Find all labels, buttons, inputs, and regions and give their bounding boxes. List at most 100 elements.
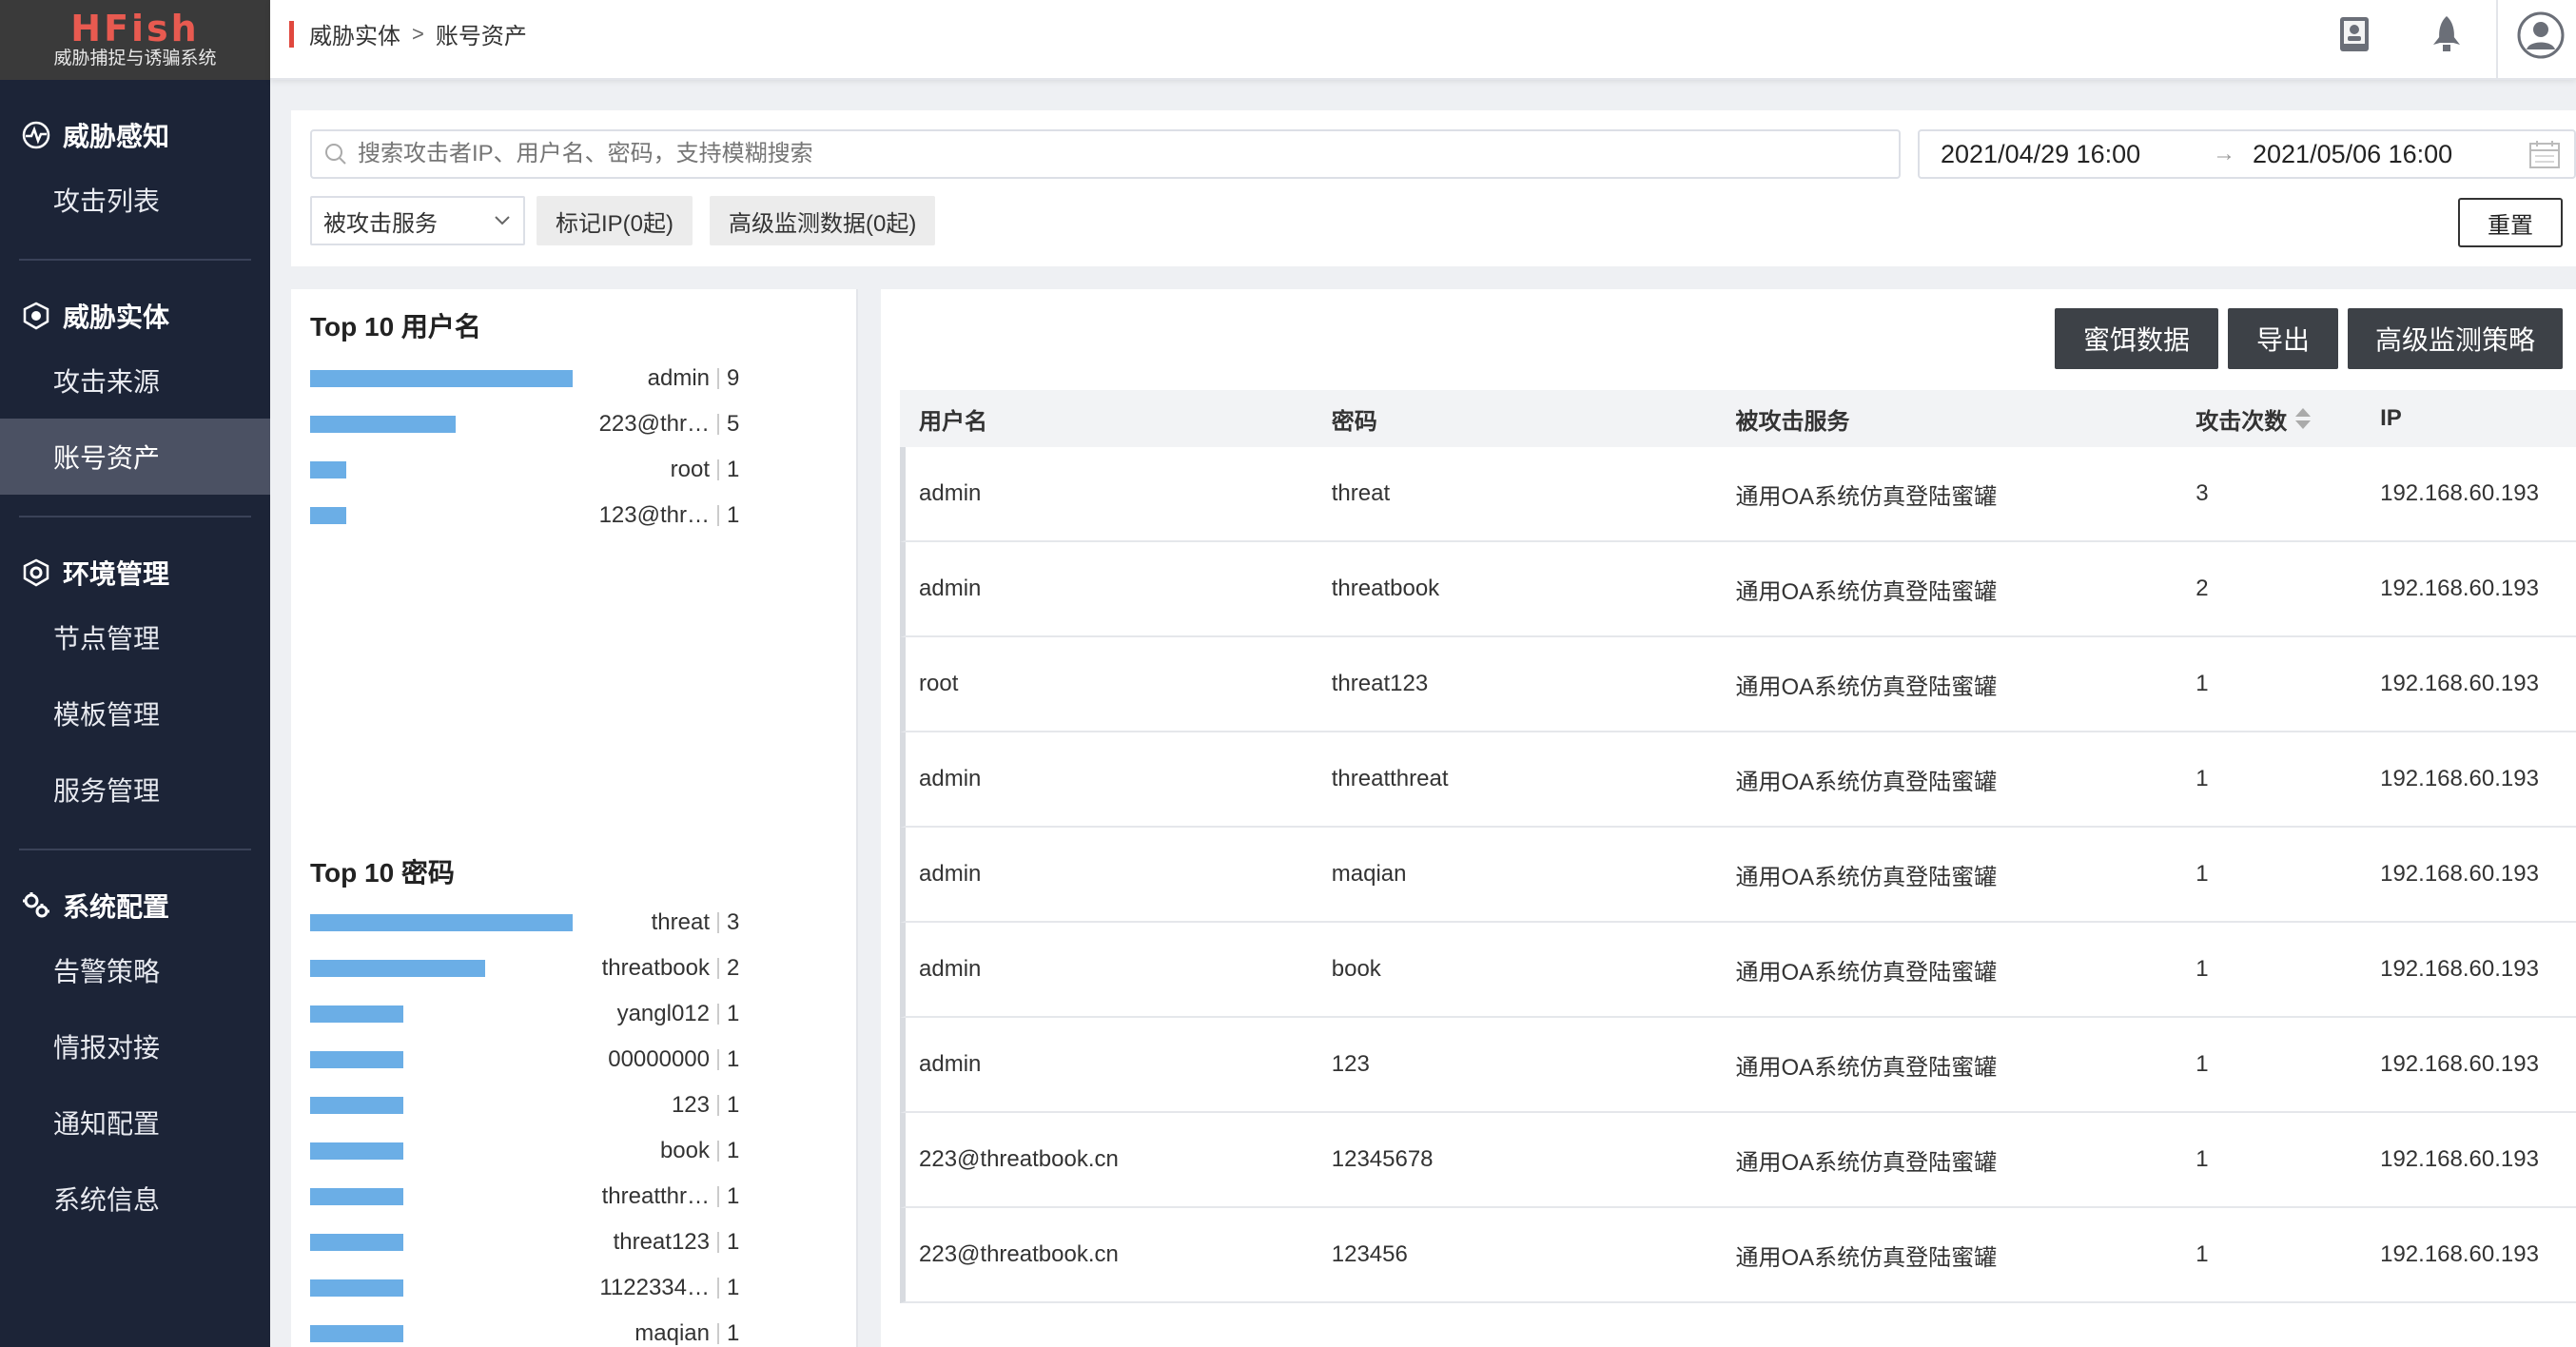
cell-attack-count: 2: [2195, 576, 2209, 601]
stat-count: 1: [727, 1046, 740, 1072]
sidebar-item[interactable]: 情报对接: [0, 1008, 270, 1084]
stat-bar: [310, 507, 346, 524]
cell-username: root: [919, 671, 959, 696]
nav-section-heading-label: 系统配置: [63, 892, 170, 922]
date-end[interactable]: 2021/05/06 16:00: [2253, 140, 2528, 169]
cell-username: admin: [919, 861, 982, 887]
table-row[interactable]: admin threatthreat 通用OA系统仿真登陆蜜罐 1 192.168.60…: [900, 732, 2576, 828]
stat-count: 1: [727, 1092, 740, 1118]
table-row[interactable]: admin threat 通用OA系统仿真登陆蜜罐 3 192.168.60.193: [900, 447, 2576, 542]
stat-label: 1122334…: [599, 1275, 710, 1300]
table-row[interactable]: 223@threatbook.cn 123456 通用OA系统仿真登陆蜜罐 1 192.…: [900, 1208, 2576, 1303]
stat-label: 123@thr…: [598, 502, 710, 528]
sidebar-item[interactable]: 攻击来源: [0, 342, 270, 419]
cell-service: 通用OA系统仿真登陆蜜罐: [1735, 1244, 1998, 1271]
table-row[interactable]: admin maqian 通用OA系统仿真登陆蜜罐 1 192.168.60.193: [900, 828, 2576, 923]
logo-subtitle: 威胁捕捉与诱骗系统: [53, 49, 217, 68]
stat-count: 1: [727, 1229, 740, 1255]
stat-bar: [310, 1097, 403, 1114]
breadcrumb-item-parent[interactable]: 威胁实体: [309, 17, 400, 50]
top-passwords-title: Top 10 密码: [310, 858, 455, 888]
attacked-service-select-value: 被攻击服务: [323, 210, 438, 237]
hex-gear-icon: [23, 558, 49, 587]
radar-icon: [22, 121, 50, 149]
cell-username: admin: [919, 1051, 982, 1077]
stat-count: 3: [727, 909, 740, 935]
nav-section-heading: 系统配置: [21, 879, 251, 932]
table-body: admin threat 通用OA系统仿真登陆蜜罐 3 192.168.60.193 ad…: [900, 447, 2576, 1303]
stat-row: threat123 1: [310, 1220, 843, 1265]
stat-label: maqian: [634, 1320, 710, 1346]
advanced-monitor-data-button[interactable]: 高级监测数据(0起): [710, 196, 936, 245]
table-row[interactable]: root threat123 通用OA系统仿真登陆蜜罐 1 192.168.60.193: [900, 637, 2576, 732]
cell-ip: 192.168.60.193: [2380, 956, 2539, 982]
column-header-attack-count-label: 攻击次数: [2195, 408, 2288, 435]
stat-bar: [310, 1188, 403, 1205]
stat-separator: [717, 459, 719, 480]
stat-separator: [717, 912, 719, 933]
column-header-password: 密码: [1331, 408, 1377, 435]
stat-count: 1: [727, 1183, 740, 1209]
cell-ip: 192.168.60.193: [2380, 766, 2539, 791]
sidebar: HFish 威胁捕捉与诱骗系统 威胁感知 攻击列表 威胁实体 攻击来源 账号资产 环境管理…: [0, 0, 270, 1347]
gears-icon: [23, 892, 49, 918]
table-row[interactable]: admin book 通用OA系统仿真登陆蜜罐 1 192.168.60.193: [900, 923, 2576, 1018]
filter-row: 被攻击服务 标记IP(0起) 高级监测数据(0起): [310, 196, 952, 245]
table-row[interactable]: admin 123 通用OA系统仿真登陆蜜罐 1 192.168.60.193: [900, 1018, 2576, 1113]
sidebar-nav: 威胁感知 攻击列表 威胁实体 攻击来源 账号资产 环境管理 节点管理 模板管理 服务管理 系统配置…: [0, 80, 270, 1258]
date-range-picker[interactable]: 2021/04/29 16:00 → 2021/05/06 16:00: [1918, 129, 2576, 179]
stat-count: 1: [727, 1138, 740, 1163]
sidebar-item[interactable]: 节点管理: [0, 599, 270, 675]
stat-count: 1: [727, 502, 740, 528]
nav-section-heading: 环境管理: [21, 546, 251, 599]
tagged-ip-button[interactable]: 标记IP(0起): [537, 196, 693, 245]
table-row[interactable]: admin threatbook 通用OA系统仿真登陆蜜罐 2 192.168.60.1…: [900, 542, 2576, 637]
cell-service: 通用OA系统仿真登陆蜜罐: [1735, 864, 1998, 890]
shield-icon: [23, 302, 49, 330]
table-row[interactable]: 223@threatbook.cn 12345678 通用OA系统仿真登陆蜜罐 1 19…: [900, 1113, 2576, 1208]
reset-button[interactable]: 重置: [2458, 198, 2563, 247]
stat-bar: [310, 1142, 403, 1160]
attacked-service-select[interactable]: 被攻击服务: [310, 196, 525, 245]
stat-separator: [717, 368, 719, 389]
book-icon[interactable]: [2334, 13, 2376, 55]
column-header-service: 被攻击服务: [1735, 408, 1850, 435]
cell-service: 通用OA系统仿真登陆蜜罐: [1735, 769, 1998, 795]
calendar-icon[interactable]: [2528, 139, 2561, 169]
sidebar-item[interactable]: 模板管理: [0, 675, 270, 752]
stat-row: 1122334… 1: [310, 1265, 843, 1311]
stat-row: book 1: [310, 1128, 843, 1174]
cell-service: 通用OA系统仿真登陆蜜罐: [1735, 1054, 1998, 1081]
sidebar-item[interactable]: 服务管理: [0, 752, 270, 828]
sidebar-item[interactable]: 通知配置: [0, 1084, 270, 1161]
logo: HFish 威胁捕捉与诱骗系统: [0, 0, 270, 80]
sidebar-item[interactable]: 攻击列表: [0, 162, 270, 238]
rocket-icon[interactable]: [2426, 13, 2468, 55]
nav-section-heading-label: 环境管理: [63, 559, 170, 589]
cell-ip: 192.168.60.193: [2380, 671, 2539, 696]
sidebar-item[interactable]: 告警策略: [0, 932, 270, 1008]
sidebar-item[interactable]: 系统信息: [0, 1161, 270, 1237]
search-box[interactable]: [310, 129, 1901, 179]
honey-data-button[interactable]: 蜜饵数据: [2055, 308, 2218, 369]
cell-password: 123: [1331, 1051, 1370, 1077]
breadcrumb-item-current: 账号资产: [435, 24, 527, 49]
avatar-icon[interactable]: [2517, 11, 2565, 59]
stat-separator: [717, 1004, 719, 1025]
top-header: 威胁实体 > 账号资产: [270, 0, 2576, 80]
cell-attack-count: 1: [2195, 671, 2209, 696]
sidebar-item[interactable]: 账号资产: [0, 419, 270, 495]
cell-attack-count: 1: [2195, 1146, 2209, 1172]
cell-attack-count: 1: [2195, 861, 2209, 887]
stat-row: threat 3: [310, 900, 843, 946]
date-start[interactable]: 2021/04/29 16:00: [1941, 140, 2213, 169]
stat-row: root 1: [310, 447, 843, 493]
column-header-attack-count[interactable]: 攻击次数: [2182, 402, 2367, 436]
advanced-monitor-policy-button[interactable]: 高级监测策略: [2348, 308, 2563, 369]
export-button[interactable]: 导出: [2228, 308, 2338, 369]
nav-section-heading: 威胁感知: [21, 108, 251, 162]
breadcrumb-accent-bar: [289, 20, 294, 48]
search-input[interactable]: [358, 141, 1880, 167]
stat-separator: [717, 1141, 719, 1162]
sort-icon[interactable]: [2293, 405, 2313, 432]
